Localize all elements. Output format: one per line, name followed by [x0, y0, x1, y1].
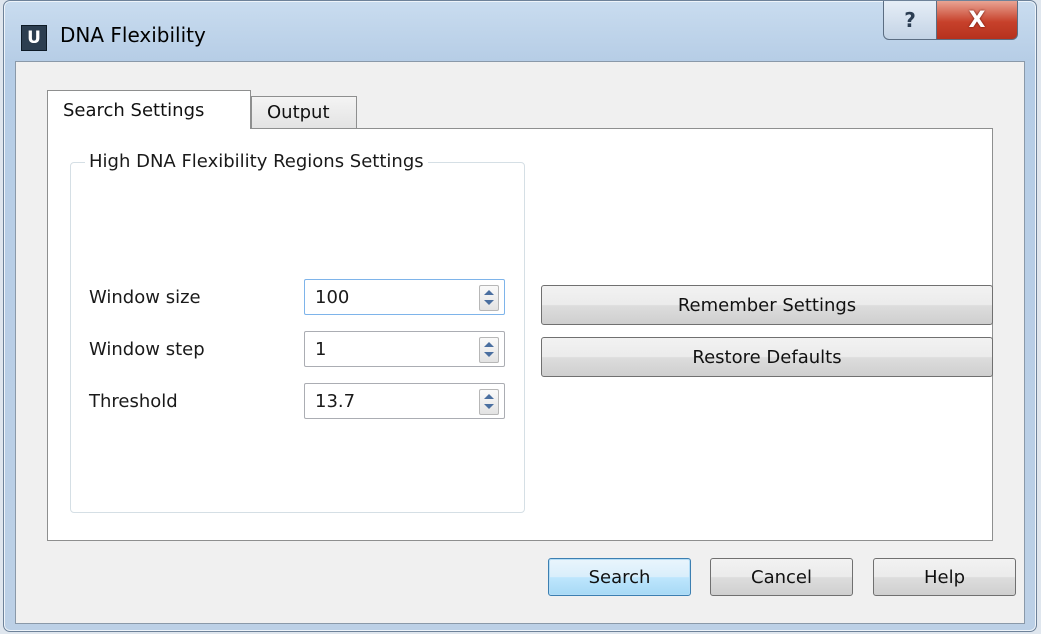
search-button[interactable]: Search [548, 558, 691, 596]
window-step-label: Window step [89, 339, 205, 360]
cancel-button[interactable]: Cancel [710, 558, 853, 596]
search-settings-panel: High DNA Flexibility Regions Settings Wi… [47, 128, 993, 541]
dialog-window: U DNA Flexibility ? X Search Settings Ou… [3, 0, 1037, 632]
help-button[interactable]: Help [873, 558, 1016, 596]
arrow-up-icon[interactable] [484, 342, 494, 347]
question-icon: ? [904, 8, 916, 32]
arrow-down-icon[interactable] [484, 404, 494, 409]
tab-search-settings[interactable]: Search Settings [47, 90, 251, 129]
window-title: DNA Flexibility [60, 23, 206, 47]
flexibility-settings-group: High DNA Flexibility Regions Settings Wi… [70, 151, 525, 513]
close-icon: X [968, 7, 986, 33]
window-size-stepper[interactable] [479, 285, 499, 311]
window-size-value: 100 [315, 287, 350, 308]
dialog-client-area: Search Settings Output High DNA Flexibil… [15, 61, 1025, 624]
threshold-spinbox[interactable]: 13.7 [304, 383, 505, 419]
window-size-label: Window size [89, 287, 201, 308]
window-size-spinbox[interactable]: 100 [304, 279, 505, 315]
app-logo-icon: U [21, 25, 47, 51]
remember-settings-button[interactable]: Remember Settings [541, 285, 993, 325]
arrow-up-icon[interactable] [484, 394, 494, 399]
threshold-value: 13.7 [315, 391, 356, 412]
restore-defaults-button[interactable]: Restore Defaults [541, 337, 993, 377]
arrow-up-icon[interactable] [484, 290, 494, 295]
arrow-down-icon[interactable] [484, 352, 494, 357]
window-step-stepper[interactable] [479, 337, 499, 363]
help-caption-button[interactable]: ? [883, 1, 937, 40]
threshold-label: Threshold [89, 391, 178, 412]
group-title: High DNA Flexibility Regions Settings [85, 151, 428, 172]
window-step-value: 1 [315, 339, 327, 360]
arrow-down-icon[interactable] [484, 300, 494, 305]
close-caption-button[interactable]: X [936, 1, 1018, 40]
tab-output[interactable]: Output [251, 96, 357, 128]
window-step-spinbox[interactable]: 1 [304, 331, 505, 367]
threshold-stepper[interactable] [479, 389, 499, 415]
